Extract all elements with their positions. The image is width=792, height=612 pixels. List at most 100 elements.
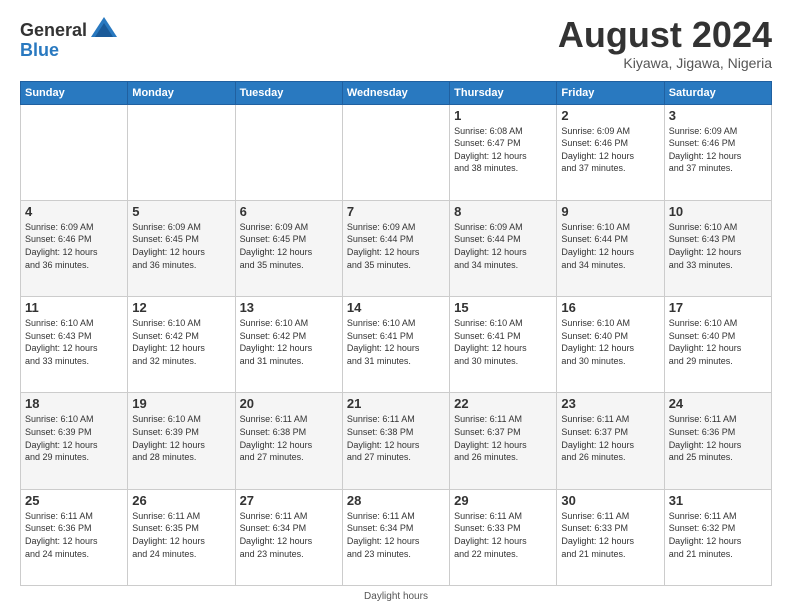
- day-number: 22: [454, 396, 552, 411]
- day-info: Sunrise: 6:11 AM Sunset: 6:33 PM Dayligh…: [454, 510, 552, 560]
- calendar-cell: 3Sunrise: 6:09 AM Sunset: 6:46 PM Daylig…: [664, 104, 771, 200]
- day-number: 21: [347, 396, 445, 411]
- day-info: Sunrise: 6:11 AM Sunset: 6:33 PM Dayligh…: [561, 510, 659, 560]
- day-header-saturday: Saturday: [664, 81, 771, 104]
- calendar-cell: 25Sunrise: 6:11 AM Sunset: 6:36 PM Dayli…: [21, 489, 128, 585]
- day-info: Sunrise: 6:10 AM Sunset: 6:43 PM Dayligh…: [25, 317, 123, 367]
- calendar-cell: 22 Sunrise: 6:11 AM Sunset: 6:37 PM Dayli…: [450, 393, 557, 489]
- calendar-cell: 16Sunrise: 6:10 AM Sunset: 6:40 PM Dayli…: [557, 297, 664, 393]
- logo: General Blue: [20, 15, 119, 59]
- calendar-header-row: SundayMondayTuesdayWednesdayThursdayFrid…: [21, 81, 772, 104]
- day-info: Sunrise: 6:09 AM Sunset: 6:45 PM Dayligh…: [132, 221, 230, 271]
- day-number: 29: [454, 493, 552, 508]
- day-info: Sunrise: 6:11 AM Sunset: 6:32 PM Dayligh…: [669, 510, 767, 560]
- calendar-cell: [128, 104, 235, 200]
- day-info: Sunrise: 6:10 AM Sunset: 6:39 PM Dayligh…: [132, 413, 230, 463]
- day-info: Sunrise: 6:09 AM Sunset: 6:46 PM Dayligh…: [25, 221, 123, 271]
- calendar-cell: 24 Sunrise: 6:11 AM Sunset: 6:36 PM Dayli…: [664, 393, 771, 489]
- calendar-cell: 17 Sunrise: 6:10 AM Sunset: 6:40 PM Dayli…: [664, 297, 771, 393]
- calendar-cell: 5 Sunrise: 6:09 AM Sunset: 6:45 PM Daylig…: [128, 200, 235, 296]
- day-info: Sunrise: 6:11 AM Sunset: 6:37 PM Dayligh…: [454, 413, 552, 463]
- day-info: Sunrise: 6:11 AM Sunset: 6:38 PM Dayligh…: [240, 413, 338, 463]
- calendar-cell: 4Sunrise: 6:09 AM Sunset: 6:46 PM Daylig…: [21, 200, 128, 296]
- day-info: Sunrise: 6:10 AM Sunset: 6:43 PM Dayligh…: [669, 221, 767, 271]
- day-number: 5: [132, 204, 230, 219]
- day-number: 3: [669, 108, 767, 123]
- day-number: 2: [561, 108, 659, 123]
- day-number: 31: [669, 493, 767, 508]
- day-info: Sunrise: 6:11 AM Sunset: 6:35 PM Dayligh…: [132, 510, 230, 560]
- month-title: August 2024: [558, 15, 772, 55]
- calendar-week-row: 4Sunrise: 6:09 AM Sunset: 6:46 PM Daylig…: [21, 200, 772, 296]
- day-number: 27: [240, 493, 338, 508]
- calendar-cell: [21, 104, 128, 200]
- day-number: 10: [669, 204, 767, 219]
- day-info: Sunrise: 6:09 AM Sunset: 6:45 PM Dayligh…: [240, 221, 338, 271]
- day-info: Sunrise: 6:10 AM Sunset: 6:41 PM Dayligh…: [347, 317, 445, 367]
- calendar-week-row: 18 Sunrise: 6:10 AM Sunset: 6:39 PM Dayli…: [21, 393, 772, 489]
- day-info: Sunrise: 6:10 AM Sunset: 6:42 PM Dayligh…: [132, 317, 230, 367]
- day-info: Sunrise: 6:09 AM Sunset: 6:44 PM Dayligh…: [347, 221, 445, 271]
- calendar-cell: [342, 104, 449, 200]
- day-header-friday: Friday: [557, 81, 664, 104]
- calendar-cell: 23 Sunrise: 6:11 AM Sunset: 6:37 PM Dayli…: [557, 393, 664, 489]
- day-number: 18: [25, 396, 123, 411]
- calendar-cell: 2 Sunrise: 6:09 AM Sunset: 6:46 PM Daylig…: [557, 104, 664, 200]
- day-number: 13: [240, 300, 338, 315]
- day-info: Sunrise: 6:10 AM Sunset: 6:42 PM Dayligh…: [240, 317, 338, 367]
- day-info: Sunrise: 6:09 AM Sunset: 6:44 PM Dayligh…: [454, 221, 552, 271]
- calendar-cell: 9Sunrise: 6:10 AM Sunset: 6:44 PM Daylig…: [557, 200, 664, 296]
- calendar-cell: 26Sunrise: 6:11 AM Sunset: 6:35 PM Dayli…: [128, 489, 235, 585]
- calendar-cell: 21 Sunrise: 6:11 AM Sunset: 6:38 PM Dayli…: [342, 393, 449, 489]
- location: Kiyawa, Jigawa, Nigeria: [558, 55, 772, 71]
- day-number: 11: [25, 300, 123, 315]
- day-info: Sunrise: 6:11 AM Sunset: 6:34 PM Dayligh…: [347, 510, 445, 560]
- calendar-cell: 30 Sunrise: 6:11 AM Sunset: 6:33 PM Dayli…: [557, 489, 664, 585]
- footer-note: Daylight hours: [20, 591, 772, 602]
- day-info: Sunrise: 6:10 AM Sunset: 6:40 PM Dayligh…: [561, 317, 659, 367]
- day-number: 12: [132, 300, 230, 315]
- day-info: Sunrise: 6:11 AM Sunset: 6:38 PM Dayligh…: [347, 413, 445, 463]
- calendar-cell: 20 Sunrise: 6:11 AM Sunset: 6:38 PM Dayli…: [235, 393, 342, 489]
- logo-icon: [89, 15, 119, 45]
- day-number: 8: [454, 204, 552, 219]
- calendar-week-row: 1Sunrise: 6:08 AM Sunset: 6:47 PM Daylig…: [21, 104, 772, 200]
- calendar-cell: 12 Sunrise: 6:10 AM Sunset: 6:42 PM Dayli…: [128, 297, 235, 393]
- day-number: 23: [561, 396, 659, 411]
- day-number: 28: [347, 493, 445, 508]
- calendar-cell: 15Sunrise: 6:10 AM Sunset: 6:41 PM Dayli…: [450, 297, 557, 393]
- day-number: 30: [561, 493, 659, 508]
- day-header-wednesday: Wednesday: [342, 81, 449, 104]
- day-number: 15: [454, 300, 552, 315]
- logo-general: General: [20, 21, 87, 39]
- calendar-cell: 18 Sunrise: 6:10 AM Sunset: 6:39 PM Dayli…: [21, 393, 128, 489]
- day-info: Sunrise: 6:10 AM Sunset: 6:40 PM Dayligh…: [669, 317, 767, 367]
- calendar-cell: 29 Sunrise: 6:11 AM Sunset: 6:33 PM Dayli…: [450, 489, 557, 585]
- calendar-cell: 31 Sunrise: 6:11 AM Sunset: 6:32 PM Dayli…: [664, 489, 771, 585]
- day-info: Sunrise: 6:10 AM Sunset: 6:39 PM Dayligh…: [25, 413, 123, 463]
- day-info: Sunrise: 6:09 AM Sunset: 6:46 PM Dayligh…: [561, 125, 659, 175]
- calendar-cell: 19Sunrise: 6:10 AM Sunset: 6:39 PM Dayli…: [128, 393, 235, 489]
- calendar-cell: 8 Sunrise: 6:09 AM Sunset: 6:44 PM Daylig…: [450, 200, 557, 296]
- day-number: 24: [669, 396, 767, 411]
- day-info: Sunrise: 6:11 AM Sunset: 6:36 PM Dayligh…: [669, 413, 767, 463]
- day-number: 25: [25, 493, 123, 508]
- header: General Blue August 2024 Kiyawa, Jigawa,…: [20, 15, 772, 71]
- calendar-cell: [235, 104, 342, 200]
- day-header-thursday: Thursday: [450, 81, 557, 104]
- day-info: Sunrise: 6:10 AM Sunset: 6:44 PM Dayligh…: [561, 221, 659, 271]
- day-info: Sunrise: 6:11 AM Sunset: 6:37 PM Dayligh…: [561, 413, 659, 463]
- calendar-cell: 11 Sunrise: 6:10 AM Sunset: 6:43 PM Dayli…: [21, 297, 128, 393]
- day-number: 1: [454, 108, 552, 123]
- day-number: 7: [347, 204, 445, 219]
- calendar-cell: 28 Sunrise: 6:11 AM Sunset: 6:34 PM Dayli…: [342, 489, 449, 585]
- day-number: 17: [669, 300, 767, 315]
- calendar-table: SundayMondayTuesdayWednesdayThursdayFrid…: [20, 81, 772, 586]
- day-number: 20: [240, 396, 338, 411]
- calendar-cell: 7 Sunrise: 6:09 AM Sunset: 6:44 PM Daylig…: [342, 200, 449, 296]
- page: General Blue August 2024 Kiyawa, Jigawa,…: [0, 0, 792, 612]
- calendar-week-row: 11 Sunrise: 6:10 AM Sunset: 6:43 PM Dayli…: [21, 297, 772, 393]
- calendar-week-row: 25Sunrise: 6:11 AM Sunset: 6:36 PM Dayli…: [21, 489, 772, 585]
- logo-blue: Blue: [20, 41, 59, 59]
- day-header-monday: Monday: [128, 81, 235, 104]
